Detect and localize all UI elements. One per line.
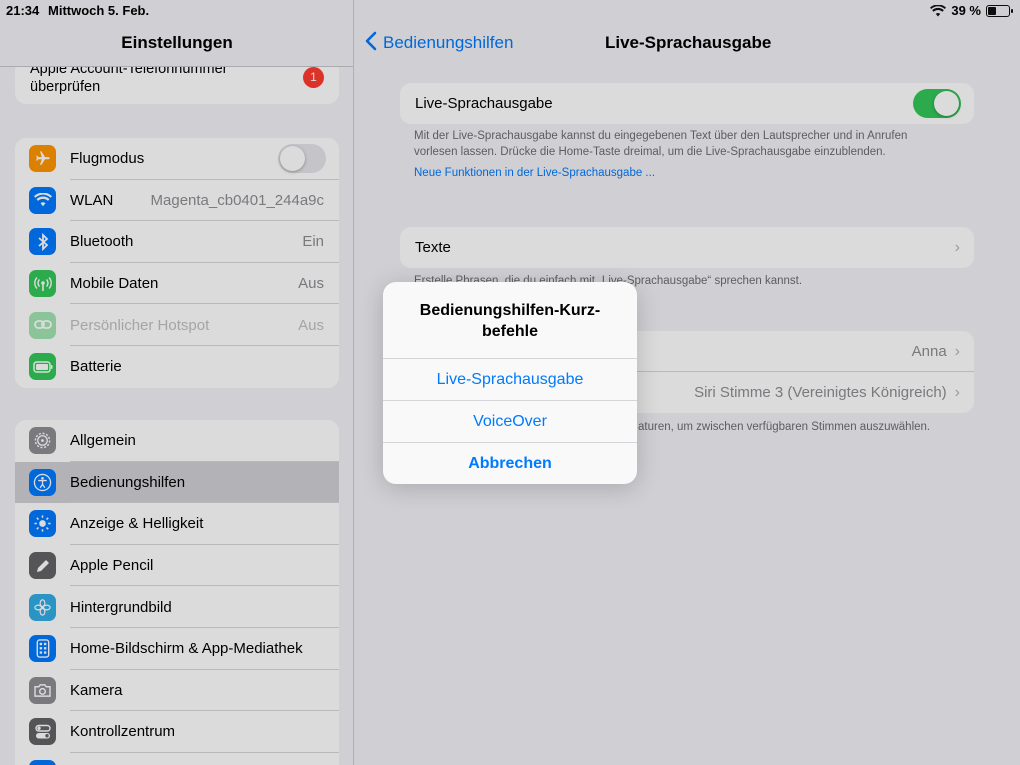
option-live-speech-button[interactable]: Live-Sprachausgabe bbox=[383, 358, 637, 400]
accessibility-shortcut-sheet: Bedienungshilfen-Kurz- befehle Live-Spra… bbox=[383, 282, 637, 484]
sheet-title: Bedienungshilfen-Kurz- befehle bbox=[419, 302, 601, 340]
cancel-button[interactable]: Abbrechen bbox=[383, 442, 637, 484]
option-voiceover-button[interactable]: VoiceOver bbox=[383, 400, 637, 442]
